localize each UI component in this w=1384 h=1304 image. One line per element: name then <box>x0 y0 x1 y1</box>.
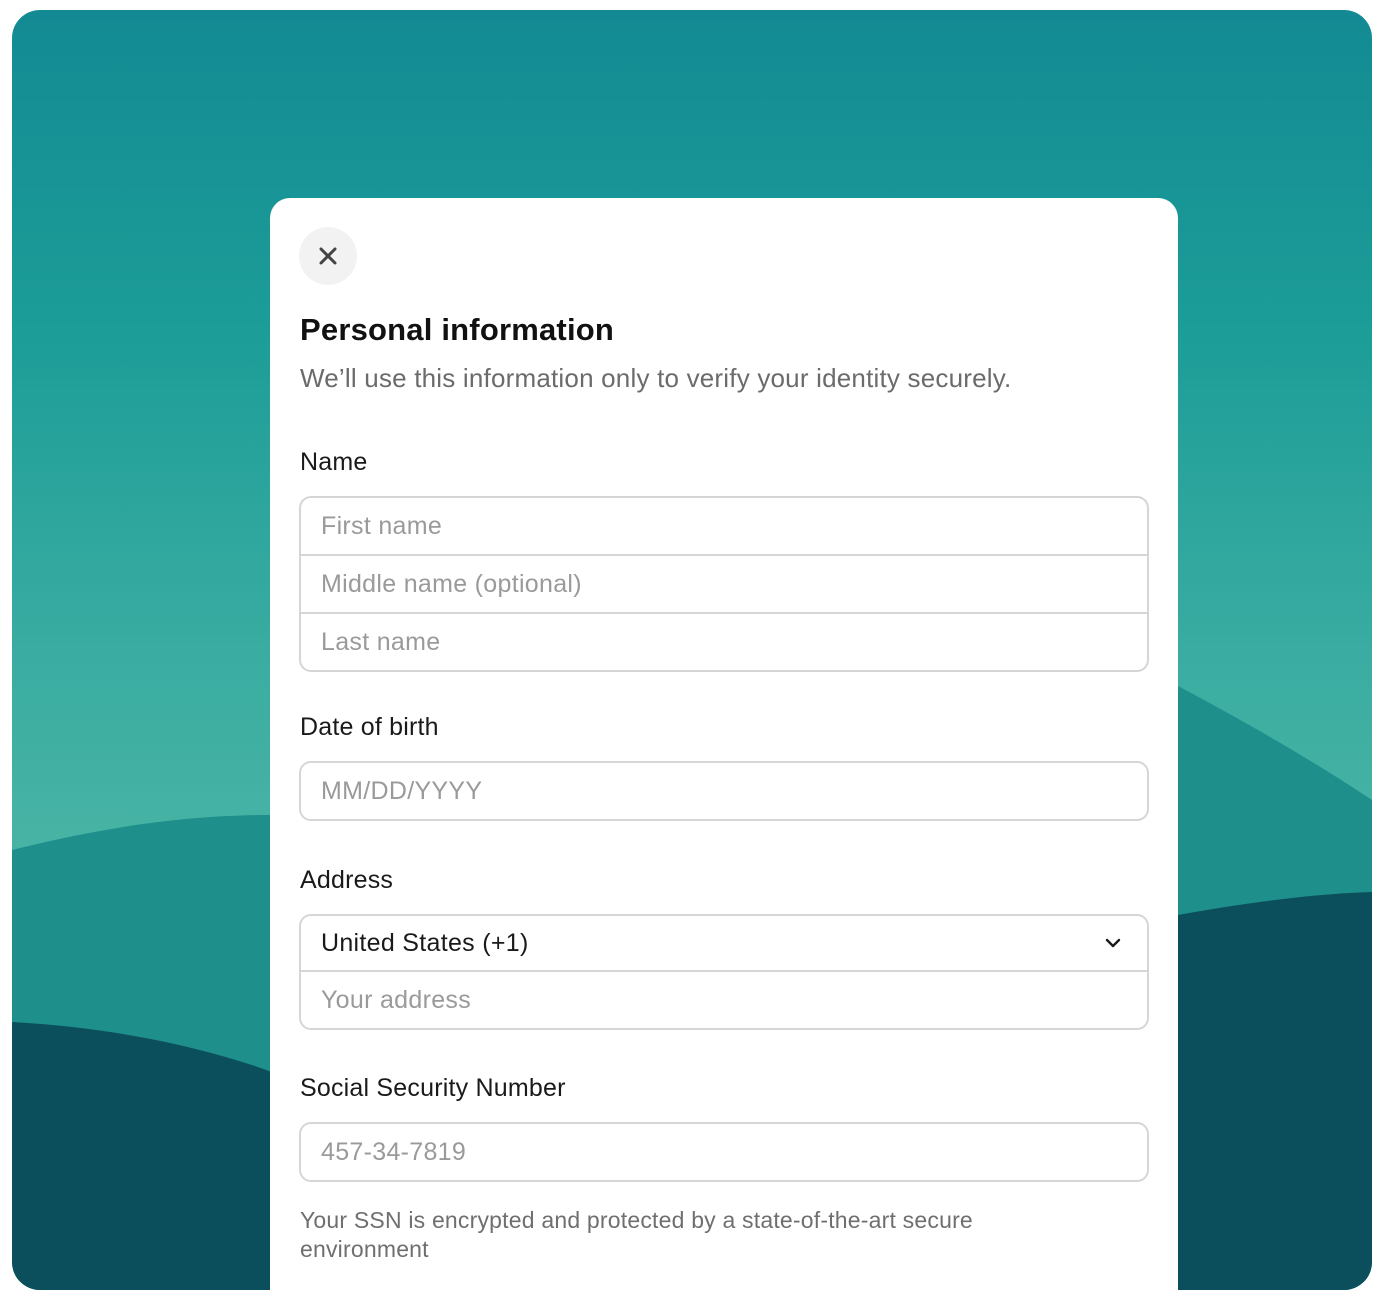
date-of-birth-label: Date of birth <box>300 713 439 741</box>
background-frame: Personal information We’ll use this info… <box>12 10 1372 1290</box>
ssn-input[interactable] <box>301 1124 1147 1180</box>
ssn-field-group <box>299 1122 1149 1182</box>
address-input[interactable] <box>301 972 1147 1028</box>
dialog-subtitle: We’ll use this information only to verif… <box>300 363 1012 393</box>
address-label: Address <box>300 866 394 894</box>
close-button[interactable] <box>299 227 357 285</box>
country-select-value: United States (+1) <box>321 928 529 957</box>
name-label: Name <box>300 448 368 476</box>
ssn-helper-text: Your SSN is encrypted and protected by a… <box>300 1207 973 1262</box>
first-name-input[interactable] <box>301 498 1147 554</box>
country-select[interactable]: United States (+1) <box>301 916 1147 970</box>
ssn-label: Social Security Number <box>300 1074 566 1102</box>
date-of-birth-input[interactable] <box>301 763 1147 819</box>
close-icon <box>319 247 337 265</box>
middle-name-input[interactable] <box>301 556 1147 612</box>
name-field-group <box>299 496 1149 672</box>
date-of-birth-group <box>299 761 1149 821</box>
last-name-input[interactable] <box>301 614 1147 670</box>
personal-info-dialog: Personal information We’ll use this info… <box>270 198 1178 1290</box>
address-field-group: United States (+1) <box>299 914 1149 1030</box>
chevron-down-icon <box>1105 938 1121 948</box>
dialog-title: Personal information <box>300 312 615 347</box>
